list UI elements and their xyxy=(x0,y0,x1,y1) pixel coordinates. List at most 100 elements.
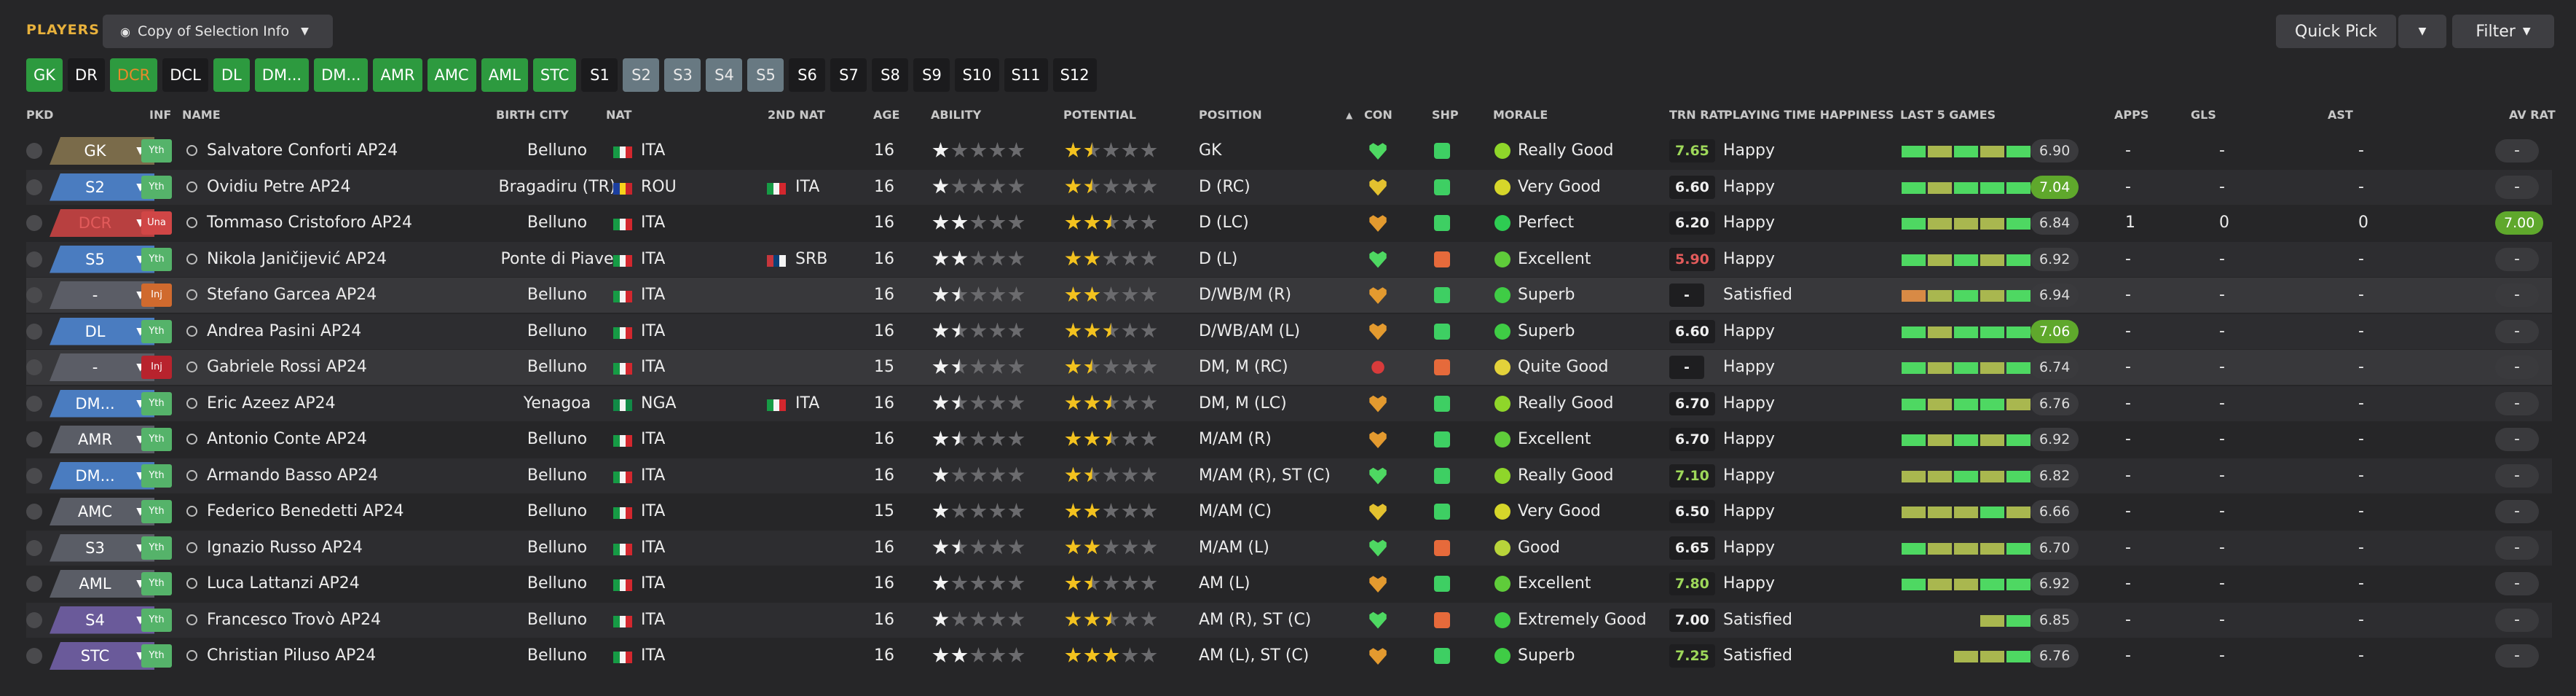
player-name[interactable]: Andrea Pasini AP24 xyxy=(207,314,361,349)
chip-dcr[interactable]: DCR xyxy=(109,58,158,92)
row-select-checkbox[interactable] xyxy=(26,576,42,592)
table-row[interactable]: STC ▼ Yth Christian Piluso AP24 Belluno ITA 16… xyxy=(26,638,2552,673)
table-row[interactable]: - ▼ Inj Stefano Garcea AP24 Belluno ITA 16 D/WB… xyxy=(26,278,2552,313)
quick-pick-dropdown-button[interactable]: ▼ xyxy=(2398,15,2446,48)
table-row[interactable]: S4 ▼ Yth Francesco Trovò AP24 Belluno ITA 16 AM… xyxy=(26,602,2552,638)
column-header-nat2[interactable]: 2ND NAT xyxy=(768,108,825,122)
chip-dm[interactable]: DM... xyxy=(254,58,310,92)
row-select-checkbox[interactable] xyxy=(26,648,42,664)
column-header-name[interactable]: NAME xyxy=(182,108,221,122)
column-header-avrat[interactable]: AV RAT xyxy=(2509,108,2556,122)
table-row[interactable]: AMC ▼ Yth Federico Benedetti AP24 Belluno ITA… xyxy=(26,494,2552,529)
position-selector[interactable]: S3 ▼ xyxy=(50,533,154,562)
row-select-checkbox[interactable] xyxy=(26,179,42,195)
position-selector[interactable]: DM... ▼ xyxy=(50,461,154,490)
player-name[interactable]: Nikola Janičijević AP24 xyxy=(207,242,387,277)
player-name[interactable]: Armando Basso AP24 xyxy=(207,458,378,493)
row-select-checkbox[interactable] xyxy=(26,287,42,303)
row-select-checkbox[interactable] xyxy=(26,611,42,628)
column-header-nat[interactable]: NAT xyxy=(606,108,631,122)
table-row[interactable]: AML ▼ Yth Luca Lattanzi AP24 Belluno ITA 16 AM … xyxy=(26,566,2552,601)
quick-pick-button[interactable]: Quick Pick xyxy=(2276,15,2396,48)
chip-s11[interactable]: S11 xyxy=(1004,58,1048,92)
column-header-ability[interactable]: ABILITY xyxy=(931,108,981,122)
table-row[interactable]: S3 ▼ Yth Ignazio Russo AP24 Belluno ITA 16 M/AM… xyxy=(26,530,2552,566)
position-selector[interactable]: S5 ▼ xyxy=(50,245,154,273)
player-name[interactable]: Antonio Conte AP24 xyxy=(207,422,367,457)
chip-dm[interactable]: DM... xyxy=(314,58,369,92)
position-selector[interactable]: S4 ▼ xyxy=(50,606,154,634)
row-select-checkbox[interactable] xyxy=(26,504,42,520)
chip-stc[interactable]: STC xyxy=(532,58,577,92)
chip-s12[interactable]: S12 xyxy=(1052,58,1097,92)
player-name[interactable]: Gabriele Rossi AP24 xyxy=(207,350,367,385)
player-name[interactable]: Tommaso Cristoforo AP24 xyxy=(207,206,412,241)
table-row[interactable]: DL ▼ Yth Andrea Pasini AP24 Belluno ITA 16 D/WB… xyxy=(26,313,2552,349)
table-row[interactable]: DCR ▼ Una Tommaso Cristoforo AP24 Belluno ITA… xyxy=(26,206,2552,241)
table-row[interactable]: AMR ▼ Yth Antonio Conte AP24 Belluno ITA 16 M/A… xyxy=(26,422,2552,457)
column-header-pth[interactable]: PLAYING TIME HAPPINESS xyxy=(1724,108,1894,122)
player-name[interactable]: Francesco Trovò AP24 xyxy=(207,603,381,638)
player-name[interactable]: Stefano Garcea AP24 xyxy=(207,278,377,313)
chip-amc[interactable]: AMC xyxy=(427,58,476,92)
chip-s8[interactable]: S8 xyxy=(872,58,909,92)
chip-s5[interactable]: S5 xyxy=(747,58,784,92)
position-selector[interactable]: DM... ▼ xyxy=(50,389,154,418)
position-selector[interactable]: DL ▼ xyxy=(50,317,154,345)
position-selector[interactable]: AMC ▼ xyxy=(50,498,154,525)
chip-amr[interactable]: AMR xyxy=(373,58,422,92)
column-header-shp[interactable]: SHP xyxy=(1432,108,1459,122)
chip-dcl[interactable]: DCL xyxy=(162,58,208,92)
chip-s1[interactable]: S1 xyxy=(581,58,618,92)
player-name[interactable]: Luca Lattanzi AP24 xyxy=(207,566,360,601)
column-header-morale[interactable]: MORALE xyxy=(1493,108,1548,122)
table-row[interactable]: S2 ▼ Yth Ovidiu Petre AP24 Bragadiru (TR) ROU… xyxy=(26,169,2552,205)
player-name[interactable]: Ovidiu Petre AP24 xyxy=(207,170,351,205)
table-row[interactable]: GK ▼ Yth Salvatore Conforti AP24 Belluno ITA 1… xyxy=(26,133,2552,168)
filter-button[interactable]: Filter ▼ xyxy=(2452,15,2554,48)
column-header-last5[interactable]: LAST 5 GAMES xyxy=(1900,108,1996,122)
column-header-inf[interactable]: INF xyxy=(149,108,171,122)
chip-s9[interactable]: S9 xyxy=(913,58,950,92)
column-header-apps[interactable]: APPS xyxy=(2114,108,2148,122)
player-name[interactable]: Ignazio Russo AP24 xyxy=(207,531,363,566)
row-select-checkbox[interactable] xyxy=(26,359,42,375)
chip-dr[interactable]: DR xyxy=(68,58,105,92)
column-header-con[interactable]: CON xyxy=(1364,108,1393,122)
row-select-checkbox[interactable] xyxy=(26,215,42,231)
chip-s2[interactable]: S2 xyxy=(623,58,660,92)
column-header-ast[interactable]: AST xyxy=(2328,108,2353,122)
player-name[interactable]: Federico Benedetti AP24 xyxy=(207,494,403,529)
position-selector[interactable]: - ▼ xyxy=(50,353,154,381)
column-header-birth_city[interactable]: BIRTH CITY xyxy=(496,108,569,122)
column-header-potential[interactable]: POTENTIAL xyxy=(1063,108,1136,122)
position-selector[interactable]: DCR ▼ xyxy=(50,209,154,237)
position-selector[interactable]: GK ▼ xyxy=(50,137,154,165)
row-select-checkbox[interactable] xyxy=(26,251,42,267)
position-selector[interactable]: AMR ▼ xyxy=(50,426,154,453)
chip-gk[interactable]: GK xyxy=(26,58,63,92)
column-header-pkd[interactable]: PKD xyxy=(26,108,53,122)
player-name[interactable]: Eric Azeez AP24 xyxy=(207,386,336,421)
column-header-gls[interactable]: GLS xyxy=(2191,108,2216,122)
chip-s7[interactable]: S7 xyxy=(830,58,867,92)
chip-s3[interactable]: S3 xyxy=(664,58,701,92)
position-selector[interactable]: STC ▼ xyxy=(50,642,154,670)
chip-s6[interactable]: S6 xyxy=(789,58,826,92)
position-selector[interactable]: S2 ▼ xyxy=(50,173,154,201)
row-select-checkbox[interactable] xyxy=(26,395,42,412)
row-select-checkbox[interactable] xyxy=(26,467,42,484)
player-name[interactable]: Christian Piluso AP24 xyxy=(207,638,376,673)
position-selector[interactable]: AML ▼ xyxy=(50,570,154,598)
position-selector[interactable]: - ▼ xyxy=(50,281,154,309)
chip-s4[interactable]: S4 xyxy=(706,58,743,92)
chip-s10[interactable]: S10 xyxy=(955,58,999,92)
table-row[interactable]: DM... ▼ Yth Eric Azeez AP24 Yenagoa NGA ITA 16 D… xyxy=(26,386,2552,421)
row-select-checkbox[interactable] xyxy=(26,143,42,159)
chip-dl[interactable]: DL xyxy=(213,58,250,92)
table-row[interactable]: - ▼ Inj Gabriele Rossi AP24 Belluno ITA 15 DM, … xyxy=(26,350,2552,385)
row-select-checkbox[interactable] xyxy=(26,323,42,340)
column-header-age[interactable]: AGE xyxy=(873,108,899,122)
row-select-checkbox[interactable] xyxy=(26,431,42,447)
player-name[interactable]: Salvatore Conforti AP24 xyxy=(207,133,398,168)
